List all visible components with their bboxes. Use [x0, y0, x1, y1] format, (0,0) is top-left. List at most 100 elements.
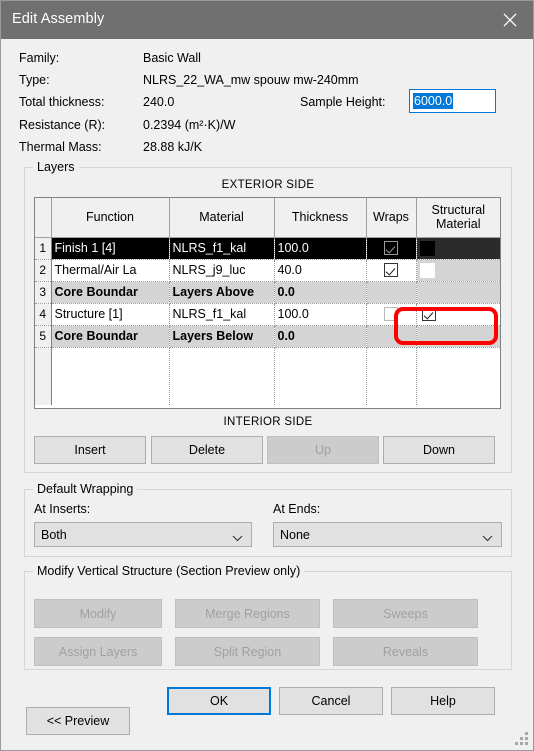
- structural-material-checkbox[interactable]: [421, 307, 436, 322]
- row-number[interactable]: 5: [35, 325, 52, 348]
- at-ends-label: At Ends:: [273, 502, 321, 516]
- delete-button[interactable]: Delete: [151, 436, 263, 464]
- family-label: Family:: [19, 51, 60, 65]
- table-row[interactable]: 4 Structure [1] NLRS_f1_kal 100.0: [35, 303, 500, 326]
- table-header-row: Function Material Thickness Wraps Struct…: [35, 198, 500, 238]
- total-thickness-value: 240.0: [143, 95, 175, 109]
- assign-layers-button: Assign Layers: [34, 637, 162, 666]
- row-number[interactable]: 2: [35, 259, 52, 282]
- cell-material[interactable]: NLRS_f1_kal: [169, 303, 275, 326]
- layers-group-title: Layers: [33, 160, 79, 174]
- cell-thickness[interactable]: 100.0: [274, 303, 367, 326]
- table-row[interactable]: 2 Thermal/Air La NLRS_j9_luc 40.0: [35, 259, 500, 282]
- cell-wraps: [366, 281, 417, 304]
- cell-function: [51, 347, 170, 405]
- resistance-value: 0.2394 (m²·K)/W: [143, 118, 236, 132]
- resize-grip-icon[interactable]: [514, 731, 528, 745]
- cell-wraps: [366, 347, 417, 405]
- type-label: Type:: [19, 73, 50, 87]
- col-header-thickness[interactable]: Thickness: [274, 198, 367, 238]
- sample-height-input[interactable]: 6000.0: [409, 89, 496, 113]
- cell-thickness[interactable]: 40.0: [274, 259, 367, 282]
- at-ends-select[interactable]: None: [273, 522, 502, 547]
- col-header-material[interactable]: Material: [169, 198, 275, 238]
- split-region-button: Split Region: [175, 637, 320, 666]
- modify-button: Modify: [34, 599, 162, 628]
- cell-material: [169, 347, 275, 405]
- cell-function[interactable]: Thermal/Air La: [51, 259, 170, 282]
- cell-function[interactable]: Core Boundar: [51, 281, 170, 304]
- cell-thickness[interactable]: 100.0: [274, 237, 367, 260]
- ok-button[interactable]: OK: [167, 687, 271, 715]
- sample-height-value: 6000.0: [413, 93, 454, 109]
- cell-material[interactable]: Layers Below: [169, 325, 275, 348]
- interior-side-label: INTERIOR SIDE: [223, 416, 313, 428]
- default-wrapping-group: Default Wrapping At Inserts: Both At End…: [24, 482, 512, 557]
- down-button[interactable]: Down: [383, 436, 495, 464]
- at-inserts-label: At Inserts:: [34, 502, 91, 516]
- cell-thickness[interactable]: 0.0: [274, 325, 367, 348]
- title-bar[interactable]: Edit Assembly: [1, 1, 533, 39]
- help-button[interactable]: Help: [391, 687, 495, 715]
- exterior-side-label: EXTERIOR SIDE: [221, 179, 315, 191]
- resistance-label: Resistance (R):: [19, 118, 106, 132]
- window-title: Edit Assembly: [12, 11, 105, 27]
- cell-function[interactable]: Finish 1 [4]: [51, 237, 170, 260]
- wraps-checkbox[interactable]: [384, 241, 398, 256]
- sample-height-label: Sample Height:: [300, 95, 386, 109]
- cell-structural-material[interactable]: [416, 259, 500, 282]
- table-row[interactable]: 5 Core Boundar Layers Below 0.0: [35, 325, 500, 348]
- cell-structural-material: [416, 325, 500, 348]
- cell-material[interactable]: NLRS_j9_luc: [169, 259, 275, 282]
- default-wrapping-title: Default Wrapping: [33, 482, 138, 496]
- reveals-button: Reveals: [333, 637, 478, 666]
- close-icon[interactable]: [487, 1, 533, 39]
- preview-button[interactable]: << Preview: [26, 707, 130, 735]
- insert-button[interactable]: Insert: [34, 436, 146, 464]
- cell-function[interactable]: Core Boundar: [51, 325, 170, 348]
- at-ends-value: None: [280, 527, 310, 542]
- sweeps-button: Sweeps: [333, 599, 478, 628]
- col-header-function[interactable]: Function: [51, 198, 170, 238]
- table-row[interactable]: 3 Core Boundar Layers Above 0.0: [35, 281, 500, 304]
- cell-wraps[interactable]: [366, 303, 417, 326]
- col-header-wraps[interactable]: Wraps: [366, 198, 417, 238]
- wraps-checkbox[interactable]: [384, 263, 398, 278]
- cell-structural-material[interactable]: [416, 303, 500, 326]
- cell-thickness[interactable]: 0.0: [274, 281, 367, 304]
- cell-wraps[interactable]: [366, 237, 417, 260]
- thermal-mass-value: 28.88 kJ/K: [143, 140, 203, 154]
- up-button: Up: [267, 436, 379, 464]
- wraps-checkbox[interactable]: [384, 307, 398, 322]
- merge-regions-button: Merge Regions: [175, 599, 320, 628]
- modify-vertical-structure-title: Modify Vertical Structure (Section Previ…: [33, 564, 305, 578]
- row-number[interactable]: 3: [35, 281, 52, 304]
- modify-vertical-structure-group: Modify Vertical Structure (Section Previ…: [24, 564, 512, 670]
- row-number[interactable]: 4: [35, 303, 52, 326]
- table-row[interactable]: 1 Finish 1 [4] NLRS_f1_kal 100.0: [35, 237, 500, 260]
- cell-material[interactable]: Layers Above: [169, 281, 275, 304]
- at-inserts-value: Both: [41, 527, 67, 542]
- layers-table: Function Material Thickness Wraps Struct…: [35, 198, 500, 405]
- total-thickness-label: Total thickness:: [19, 95, 105, 109]
- row-number: [35, 347, 52, 405]
- cell-structural-material[interactable]: [416, 237, 500, 260]
- chevron-down-icon: [482, 531, 493, 545]
- material-swatch-black[interactable]: [419, 240, 435, 256]
- material-swatch-white[interactable]: [419, 262, 435, 278]
- cell-wraps: [366, 325, 417, 348]
- edit-assembly-dialog: Edit Assembly Family: Basic Wall Type: N…: [0, 0, 534, 751]
- cell-wraps[interactable]: [366, 259, 417, 282]
- cell-function[interactable]: Structure [1]: [51, 303, 170, 326]
- at-inserts-select[interactable]: Both: [34, 522, 252, 547]
- col-header-number[interactable]: [35, 198, 52, 238]
- cell-material[interactable]: NLRS_f1_kal: [169, 237, 275, 260]
- row-number[interactable]: 1: [35, 237, 52, 260]
- family-value: Basic Wall: [143, 51, 201, 65]
- cell-structural-material: [416, 347, 500, 405]
- col-header-structural-material[interactable]: Structural Material: [416, 198, 500, 238]
- cell-thickness: [274, 347, 367, 405]
- cancel-button[interactable]: Cancel: [279, 687, 383, 715]
- layers-table-container[interactable]: Function Material Thickness Wraps Struct…: [34, 197, 501, 409]
- type-value: NLRS_22_WA_mw spouw mw-240mm: [143, 73, 359, 87]
